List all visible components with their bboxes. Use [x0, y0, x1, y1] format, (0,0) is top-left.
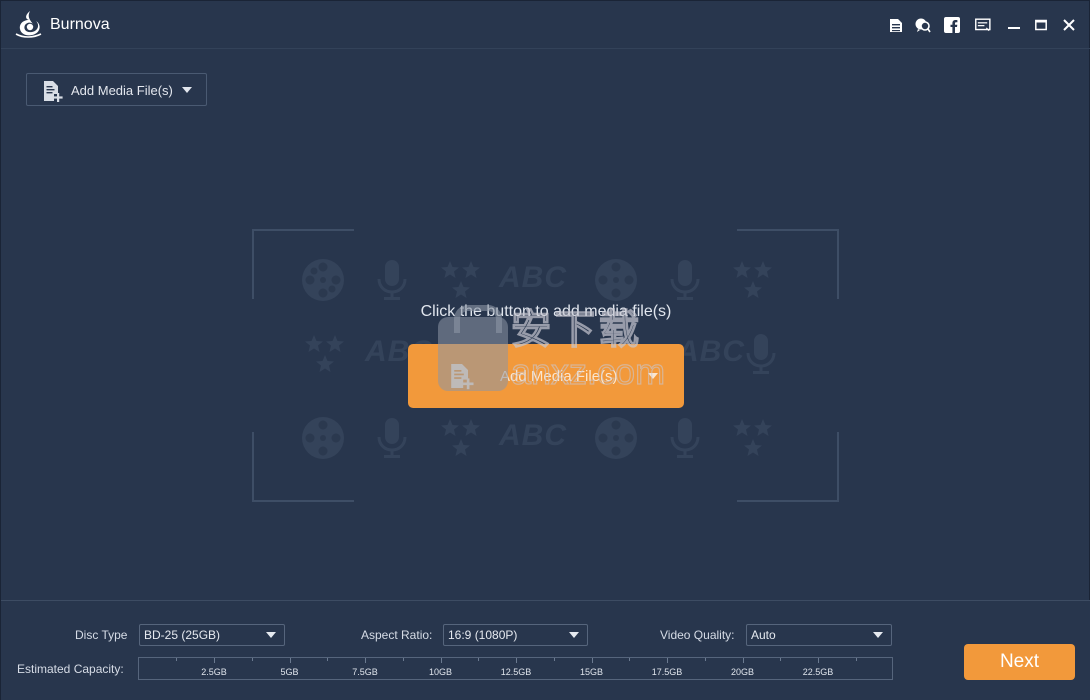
- capacity-bar: 2.5GB 5GB 7.5GB 10GB 12.5GB 15GB 17.5GB 20GB 22.…: [138, 657, 893, 680]
- microphone-icon: [670, 418, 700, 458]
- app-title: Burnova: [50, 16, 110, 33]
- capacity-minor-tick: [478, 658, 480, 661]
- capacity-major-tick: [214, 658, 215, 663]
- capacity-tick-label: 17.5GB: [651, 667, 683, 677]
- capacity-major-tick: [742, 658, 744, 663]
- capacity-minor-tick: [402, 658, 404, 661]
- stars-icon: [441, 419, 480, 456]
- capacity-tick-label: 22.5GB: [802, 667, 834, 677]
- capacity-minor-tick: [704, 658, 706, 661]
- watermark-text: 安下载: [510, 307, 643, 352]
- capacity-major-tick: [591, 658, 593, 663]
- aspect-ratio-select[interactable]: 16:9 (1080P): [443, 624, 588, 646]
- minimize-icon[interactable]: [1006, 17, 1022, 33]
- app-window: Burnova Add Media File(s) ABC ABC ABC AB…: [0, 0, 1090, 700]
- microphone-icon: [377, 418, 407, 458]
- aspect-ratio-label: Aspect Ratio:: [361, 628, 433, 642]
- capacity-major-tick: [440, 658, 442, 663]
- disc-type-select[interactable]: BD-25 (25GB): [139, 624, 285, 646]
- aspect-ratio-value: 16:9 (1080P): [448, 628, 518, 642]
- video-quality-label: Video Quality:: [660, 628, 735, 642]
- film-reel-icon: [302, 259, 344, 301]
- capacity-tick-label: 2.5GB: [201, 667, 227, 677]
- capacity-minor-tick: [327, 658, 329, 661]
- capacity-minor-tick: [251, 658, 253, 661]
- disc-type-value: BD-25 (25GB): [144, 628, 221, 642]
- capacity-tick-label: 15GB: [579, 667, 604, 677]
- capacity-major-tick: [818, 658, 819, 663]
- video-quality-value: Auto: [751, 628, 776, 642]
- feedback-icon[interactable]: [915, 17, 931, 33]
- stars-icon: [733, 419, 772, 456]
- film-reel-icon: [595, 259, 637, 301]
- facebook-icon[interactable]: [944, 17, 960, 33]
- video-quality-select[interactable]: Auto: [746, 624, 892, 646]
- capacity-minor-tick: [855, 658, 857, 661]
- microphone-icon: [377, 260, 407, 300]
- capacity-tick-label: 5GB: [280, 667, 299, 677]
- chevron-down-icon: [569, 632, 579, 638]
- watermark-url: anxz.com: [510, 350, 666, 392]
- stars-icon: [305, 335, 344, 372]
- capacity-major-tick: [516, 658, 517, 663]
- add-media-dropdown-button[interactable]: Add Media File(s): [26, 73, 207, 106]
- add-file-icon: [44, 81, 63, 102]
- capacity-tick-label: 10GB: [428, 667, 453, 677]
- capacity-tick-label: 7.5GB: [352, 667, 378, 677]
- film-reel-icon: [302, 417, 344, 459]
- maximize-icon[interactable]: [1033, 17, 1049, 33]
- chevron-down-icon: [182, 87, 192, 93]
- microphone-icon: [746, 334, 776, 374]
- capacity-major-tick: [365, 658, 366, 663]
- capacity-minor-tick: [780, 658, 782, 661]
- watermark-bag-icon: [438, 305, 508, 391]
- add-media-label: Add Media File(s): [71, 83, 173, 98]
- title-bar: Burnova: [1, 1, 1090, 49]
- register-icon[interactable]: [888, 17, 904, 33]
- next-button[interactable]: Next: [964, 644, 1075, 680]
- stars-icon: [441, 261, 480, 298]
- capacity-minor-tick: [629, 658, 631, 661]
- capacity-minor-tick: [553, 658, 555, 661]
- burnova-logo-icon: [15, 11, 42, 38]
- abc-text-icon: ABC: [499, 419, 567, 452]
- capacity-tick-label: 12.5GB: [500, 667, 532, 677]
- chevron-down-icon: [266, 632, 276, 638]
- capacity-major-tick: [289, 658, 291, 663]
- abc-text-icon: ABC: [499, 261, 567, 294]
- film-reel-icon: [595, 417, 637, 459]
- menu-icon[interactable]: [975, 17, 991, 33]
- settings-panel: [1, 600, 1090, 700]
- disc-type-label: Disc Type: [75, 628, 128, 642]
- estimated-capacity-label: Estimated Capacity:: [17, 662, 124, 676]
- capacity-minor-tick: [176, 658, 178, 661]
- microphone-icon: [670, 260, 700, 300]
- capacity-major-tick: [667, 658, 668, 663]
- stars-icon: [733, 261, 772, 298]
- capacity-tick-label: 20GB: [730, 667, 755, 677]
- close-icon[interactable]: [1061, 17, 1077, 33]
- abc-text-icon: ABC: [677, 335, 745, 368]
- chevron-down-icon: [873, 632, 883, 638]
